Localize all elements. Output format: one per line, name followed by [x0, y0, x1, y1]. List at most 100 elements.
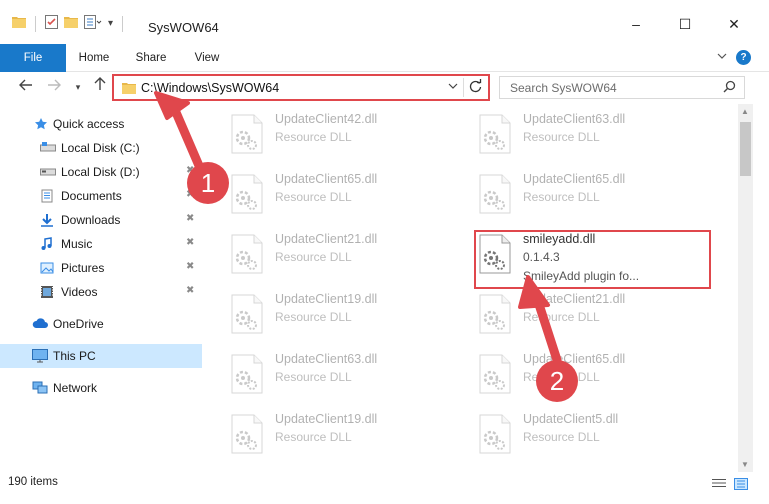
- drive-icon: [40, 165, 56, 179]
- sidebar-item-videos[interactable]: Videos ✖: [0, 280, 202, 304]
- pin-icon[interactable]: ✖: [186, 261, 194, 272]
- sidebar-item-label: Local Disk (C:): [61, 141, 140, 155]
- file-name: UpdateClient42.dll: [275, 112, 378, 126]
- forward-button[interactable]: [44, 76, 64, 98]
- navigation-pane: Quick access Local Disk (C:) ✖ Local Dis…: [0, 108, 202, 470]
- scroll-down-icon[interactable]: ▼: [741, 460, 749, 469]
- back-button[interactable]: [16, 76, 36, 98]
- dll-file-icon: [478, 294, 512, 334]
- dll-file-icon: [478, 114, 512, 154]
- sidebar-item-documents[interactable]: Documents ✖: [0, 184, 202, 208]
- item-count: 190 items: [8, 476, 58, 488]
- file-list: UpdateClient42.dll Resource DLL UpdateClie…: [220, 108, 735, 470]
- sidebar-item-network[interactable]: Network: [0, 376, 202, 400]
- file-item[interactable]: UpdateClient5.dll Resource DLL: [468, 408, 708, 460]
- sidebar-item-downloads[interactable]: Downloads ✖: [0, 208, 202, 232]
- minimize-button[interactable]: –: [621, 14, 651, 34]
- pin-icon[interactable]: ✖: [186, 141, 194, 152]
- file-name: UpdateClient63.dll: [275, 352, 378, 366]
- sidebar-item-label: Music: [61, 237, 93, 251]
- file-type: Resource DLL: [275, 310, 352, 324]
- properties-icon[interactable]: [45, 15, 58, 32]
- sidebar-item-label: Documents: [61, 189, 122, 203]
- vertical-scrollbar[interactable]: ▲ ▼: [738, 104, 753, 472]
- file-type: Resource DLL: [275, 370, 352, 384]
- address-bar[interactable]: C:\Windows\SysWOW64: [112, 74, 490, 101]
- sidebar-item-pictures[interactable]: Pictures ✖: [0, 256, 202, 280]
- sidebar-item-this-pc[interactable]: This PC: [0, 344, 202, 368]
- help-button[interactable]: ?: [736, 50, 751, 65]
- scroll-up-icon[interactable]: ▲: [741, 107, 749, 116]
- search-box[interactable]: Search SysWOW64: [499, 76, 745, 99]
- scroll-thumb[interactable]: [740, 122, 751, 176]
- star-icon: [34, 117, 48, 131]
- dll-file-icon: [230, 294, 264, 334]
- file-name: UpdateClient19.dll: [275, 292, 378, 306]
- file-item[interactable]: UpdateClient19.dll Resource DLL: [220, 408, 460, 460]
- pin-icon[interactable]: ✖: [186, 213, 194, 224]
- file-type: Resource DLL: [523, 310, 600, 324]
- file-item[interactable]: UpdateClient21.dll Resource DLL: [220, 228, 460, 280]
- file-item[interactable]: UpdateClient65.dllResource DLL: [468, 348, 708, 400]
- address-path[interactable]: C:\Windows\SysWOW64: [141, 81, 279, 95]
- search-placeholder[interactable]: Search SysWOW64: [510, 81, 617, 95]
- quick-access-toolbar: ▾: [12, 15, 126, 32]
- tab-share[interactable]: Share: [122, 44, 180, 72]
- file-item[interactable]: UpdateClient19.dll Resource DLL: [220, 288, 460, 340]
- computer-icon: [32, 349, 48, 363]
- sidebar-item-quick-access[interactable]: Quick access: [0, 112, 202, 136]
- sidebar-item-label: Local Disk (D:): [61, 165, 140, 179]
- tab-home[interactable]: Home: [66, 44, 122, 72]
- address-divider: [463, 78, 464, 97]
- file-type: Resource DLL: [275, 430, 352, 444]
- file-item[interactable]: UpdateClient65.dllResource DLL: [468, 168, 708, 220]
- cloud-icon: [32, 317, 48, 331]
- title-bar: ▾ SysWOW64 – ☐ ✕: [0, 0, 769, 44]
- file-type: Resource DLL: [523, 430, 600, 444]
- ribbon-tabs: File Home Share View ?: [0, 44, 769, 72]
- refresh-icon[interactable]: [469, 79, 482, 96]
- recent-locations-icon[interactable]: ▾: [68, 76, 88, 98]
- pin-icon[interactable]: ✖: [186, 285, 194, 296]
- qat-divider-2: [122, 15, 124, 32]
- file-type: Resource DLL: [523, 190, 600, 204]
- file-name: UpdateClient65.dll: [275, 172, 378, 186]
- new-folder-icon[interactable]: [64, 16, 78, 31]
- file-item[interactable]: UpdateClient65.dllResource DLL: [220, 168, 460, 220]
- tab-file[interactable]: File: [0, 44, 66, 72]
- file-type: Resource DLL: [275, 130, 352, 144]
- sidebar-item-label: This PC: [53, 349, 96, 363]
- sidebar-item-label: Downloads: [61, 213, 121, 227]
- dll-file-icon: [230, 174, 264, 214]
- file-item[interactable]: UpdateClient63.dll Resource DLL: [468, 108, 708, 160]
- up-button[interactable]: [90, 76, 110, 98]
- dll-file-icon: [230, 354, 264, 394]
- chevron-down-icon[interactable]: [448, 80, 458, 92]
- sidebar-item-local-disk-d[interactable]: Local Disk (D:) ✖: [0, 160, 202, 184]
- sidebar-item-music[interactable]: Music ✖: [0, 232, 202, 256]
- file-item[interactable]: UpdateClient42.dll Resource DLL: [220, 108, 460, 160]
- pin-icon[interactable]: ✖: [186, 237, 194, 248]
- network-icon: [32, 381, 48, 395]
- close-button[interactable]: ✕: [719, 14, 749, 34]
- sidebar-item-label: Network: [53, 381, 98, 395]
- file-type: Resource DLL: [523, 130, 600, 144]
- search-icon[interactable]: [723, 80, 736, 96]
- details-view-icon[interactable]: [712, 478, 726, 490]
- sidebar-item-onedrive[interactable]: OneDrive: [0, 312, 202, 336]
- tab-view[interactable]: View: [180, 44, 234, 72]
- large-icons-view-icon[interactable]: [734, 478, 748, 490]
- file-item[interactable]: UpdateClient63.dll Resource DLL: [220, 348, 460, 400]
- maximize-button[interactable]: ☐: [670, 14, 700, 34]
- file-type: Resource DLL: [275, 250, 352, 264]
- view-options-icon[interactable]: [84, 15, 102, 32]
- file-item[interactable]: UpdateClient21.dll Resource DLL: [468, 288, 708, 340]
- sidebar-item-local-disk-c[interactable]: Local Disk (C:) ✖: [0, 136, 202, 160]
- highlight-box: [474, 230, 711, 289]
- chevron-down-icon[interactable]: [717, 50, 727, 62]
- sidebar-item-label: OneDrive: [53, 317, 104, 331]
- customize-qat-icon[interactable]: ▾: [108, 18, 113, 29]
- navigation-bar: ▾ C:\Windows\SysWOW64 Search SysWOW64: [0, 72, 769, 102]
- folder-icon: [12, 16, 26, 31]
- download-icon: [40, 213, 54, 227]
